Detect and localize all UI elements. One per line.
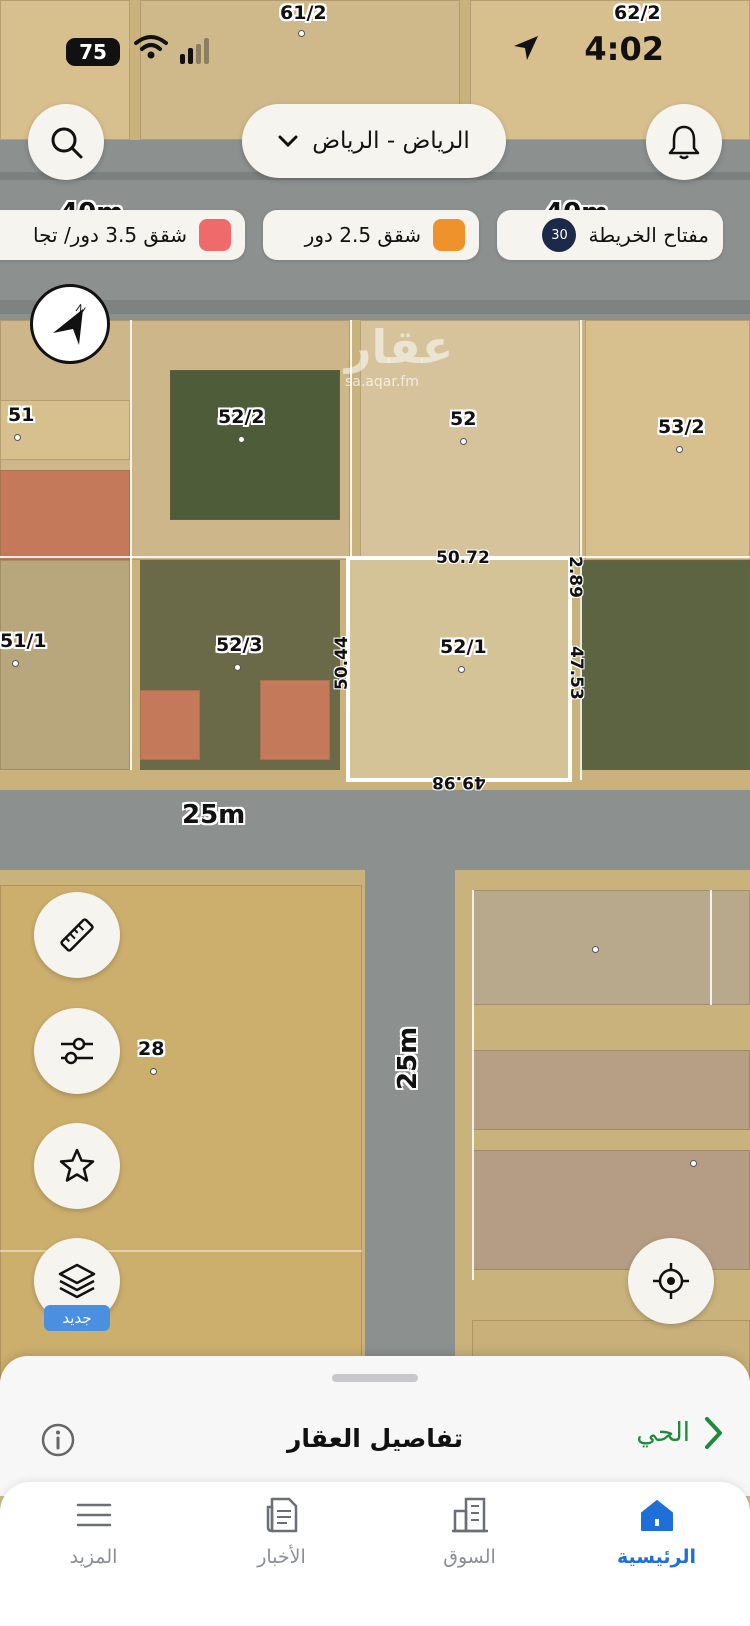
plot-line: [580, 320, 582, 780]
tab-home[interactable]: الرئيسية: [563, 1482, 750, 1592]
buildings-icon: [451, 1497, 488, 1533]
map-block: [580, 560, 750, 770]
ruler-icon: [60, 918, 94, 952]
parcel-label: 53/2: [658, 416, 705, 438]
favorites-button[interactable]: [34, 1123, 120, 1209]
news-icon: [266, 1497, 297, 1533]
plot-line: [130, 320, 132, 770]
parcel-label: 52/3: [216, 634, 263, 656]
color-swatch: [199, 219, 231, 251]
parcel-dot[interactable]: [592, 946, 599, 953]
plot-line: [472, 890, 474, 1280]
parcel-label: 52/2: [218, 406, 265, 428]
neighborhood-link[interactable]: الحي: [636, 1416, 724, 1450]
compass-button[interactable]: N: [30, 284, 110, 364]
filter-chip-apartments-2-5[interactable]: شقق 2.5 دور: [263, 210, 479, 260]
map-building: [140, 690, 200, 760]
location-arrow-icon: [514, 36, 538, 60]
home-icon: [640, 1500, 673, 1531]
search-icon: [51, 127, 83, 159]
wifi-icon: [134, 35, 168, 59]
filters-button[interactable]: [34, 1008, 120, 1094]
count-badge: 30: [542, 218, 577, 252]
dimension-right: 47.53: [566, 646, 586, 700]
parcel-label: 52: [450, 408, 477, 430]
filter-chip-apartments-3-5[interactable]: شقق 3.5 دور/ تجا: [0, 210, 245, 260]
parcel-dot[interactable]: [14, 434, 21, 441]
chevron-down-icon: [278, 135, 298, 148]
parcel-dot[interactable]: [238, 436, 245, 443]
status-bar: 75 4:02: [0, 0, 750, 100]
plot-line: [710, 890, 712, 1005]
new-badge: جديد: [44, 1305, 110, 1331]
parcel-dot[interactable]: [690, 1160, 697, 1167]
parcel-label: 28: [138, 1038, 165, 1060]
color-swatch: [433, 219, 465, 251]
map-block: [0, 560, 130, 770]
parcel-dot[interactable]: [460, 438, 467, 445]
chevron-right-icon: [705, 1417, 722, 1449]
parcel-dot[interactable]: [234, 664, 241, 671]
parcel-dot[interactable]: [150, 1068, 157, 1075]
clock: 4:02: [584, 30, 664, 68]
road-25m-horizontal: [0, 790, 750, 870]
layers-icon: [58, 1263, 96, 1299]
map-watermark: عقار sa.aqar.fm: [345, 320, 454, 390]
map-key-chip[interactable]: مفتاح الخريطة 30: [497, 210, 723, 260]
signal-icon: [180, 38, 209, 64]
sheet-handle[interactable]: [332, 1374, 418, 1382]
neighborhood-label: الحي: [636, 1418, 690, 1448]
city-selector[interactable]: الرياض - الرياض: [242, 104, 506, 178]
dimension-left: 50.44: [332, 636, 352, 690]
my-location-button[interactable]: [628, 1238, 714, 1324]
road-edge: [0, 300, 750, 314]
tab-label: المزيد: [69, 1546, 118, 1568]
property-details-sheet[interactable]: تفاصيل العقار الحي: [0, 1356, 750, 1496]
map-lot: [472, 1050, 750, 1130]
tab-market[interactable]: السوق: [376, 1482, 563, 1592]
crosshair-icon: [653, 1263, 689, 1299]
road-label: 25m: [393, 1026, 423, 1090]
menu-icon: [76, 1503, 111, 1527]
chip-label: شقق 3.5 دور/ تجا: [33, 223, 187, 247]
parcel-label: 51/1: [0, 630, 47, 652]
search-button[interactable]: [28, 104, 104, 180]
compass-icon: N: [53, 301, 88, 345]
star-icon: [59, 1148, 95, 1182]
parcel-label: 52/1: [440, 636, 487, 658]
tab-more[interactable]: المزيد: [0, 1482, 187, 1592]
map-building: [0, 470, 130, 560]
parcel-label: 51: [8, 404, 35, 426]
bell-icon: [668, 125, 700, 160]
measure-button[interactable]: [34, 892, 120, 978]
battery-indicator: 75: [66, 38, 120, 66]
dimension-bottom: 49.98: [432, 772, 486, 792]
parcel-dot[interactable]: [676, 446, 683, 453]
road-25m-vertical: [365, 860, 455, 1380]
chip-label: مفتاح الخريطة: [588, 223, 709, 247]
tab-label: الرئيسية: [617, 1546, 696, 1568]
map-building: [585, 320, 750, 560]
map-lot: [472, 1150, 750, 1270]
notifications-button[interactable]: [646, 104, 722, 180]
bottom-tab-bar: الرئيسية السوق الأخبار المزيد: [0, 1482, 750, 1626]
road-label: 25m: [182, 800, 246, 830]
dimension-top: 50.72: [436, 548, 490, 568]
map-garden: [170, 370, 340, 520]
map-lot: [472, 890, 750, 1005]
map-building: [260, 680, 330, 760]
dimension-right-top: 2.89: [565, 556, 585, 598]
city-label: الرياض - الرياض: [312, 128, 470, 154]
tab-news[interactable]: الأخبار: [188, 1482, 375, 1592]
tab-label: الأخبار: [257, 1546, 306, 1568]
parcel-dot[interactable]: [458, 666, 465, 673]
tab-label: السوق: [443, 1546, 496, 1568]
sliders-icon: [61, 1037, 93, 1065]
chip-label: شقق 2.5 دور: [304, 223, 421, 247]
parcel-dot[interactable]: [12, 660, 19, 667]
